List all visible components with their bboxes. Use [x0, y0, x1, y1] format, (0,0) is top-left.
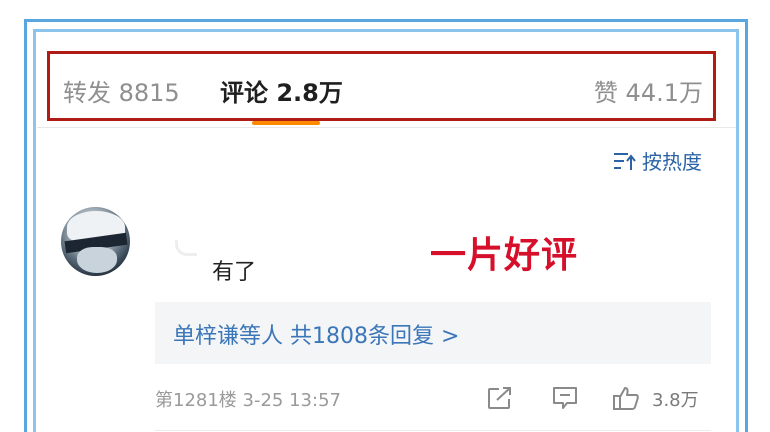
- comment-meta: 第1281楼 3-25 13:57: [155, 390, 341, 411]
- replies-summary[interactable]: 单梓谦等人 共1808条回复 >: [173, 318, 459, 350]
- active-tab-indicator: [252, 121, 320, 125]
- comment-icon[interactable]: [551, 385, 579, 411]
- like-count: 3.8万: [652, 390, 699, 411]
- sort-label: 按热度: [642, 150, 702, 174]
- overlay-caption: 一片好评: [430, 235, 579, 276]
- tab-repost[interactable]: 转发 8815: [63, 78, 180, 108]
- avatar-face: [77, 247, 117, 273]
- comment-text: 有了: [212, 260, 257, 285]
- like-icon[interactable]: [612, 385, 640, 411]
- sort-by-hot-button[interactable]: 按热度: [612, 146, 702, 175]
- bottom-divider: [155, 430, 711, 431]
- tab-comments[interactable]: 评论 2.8万: [220, 78, 343, 108]
- sort-icon: [614, 152, 636, 170]
- tab-likes[interactable]: 赞 44.1万: [594, 78, 703, 108]
- avatar[interactable]: [61, 207, 130, 276]
- share-icon[interactable]: [486, 385, 514, 411]
- tabs-divider: [37, 127, 736, 128]
- replies-preview[interactable]: 单梓谦等人 共1808条回复 >: [155, 302, 711, 364]
- tabs-highlight-box: 转发 8815 评论 2.8万 赞 44.1万: [47, 51, 716, 121]
